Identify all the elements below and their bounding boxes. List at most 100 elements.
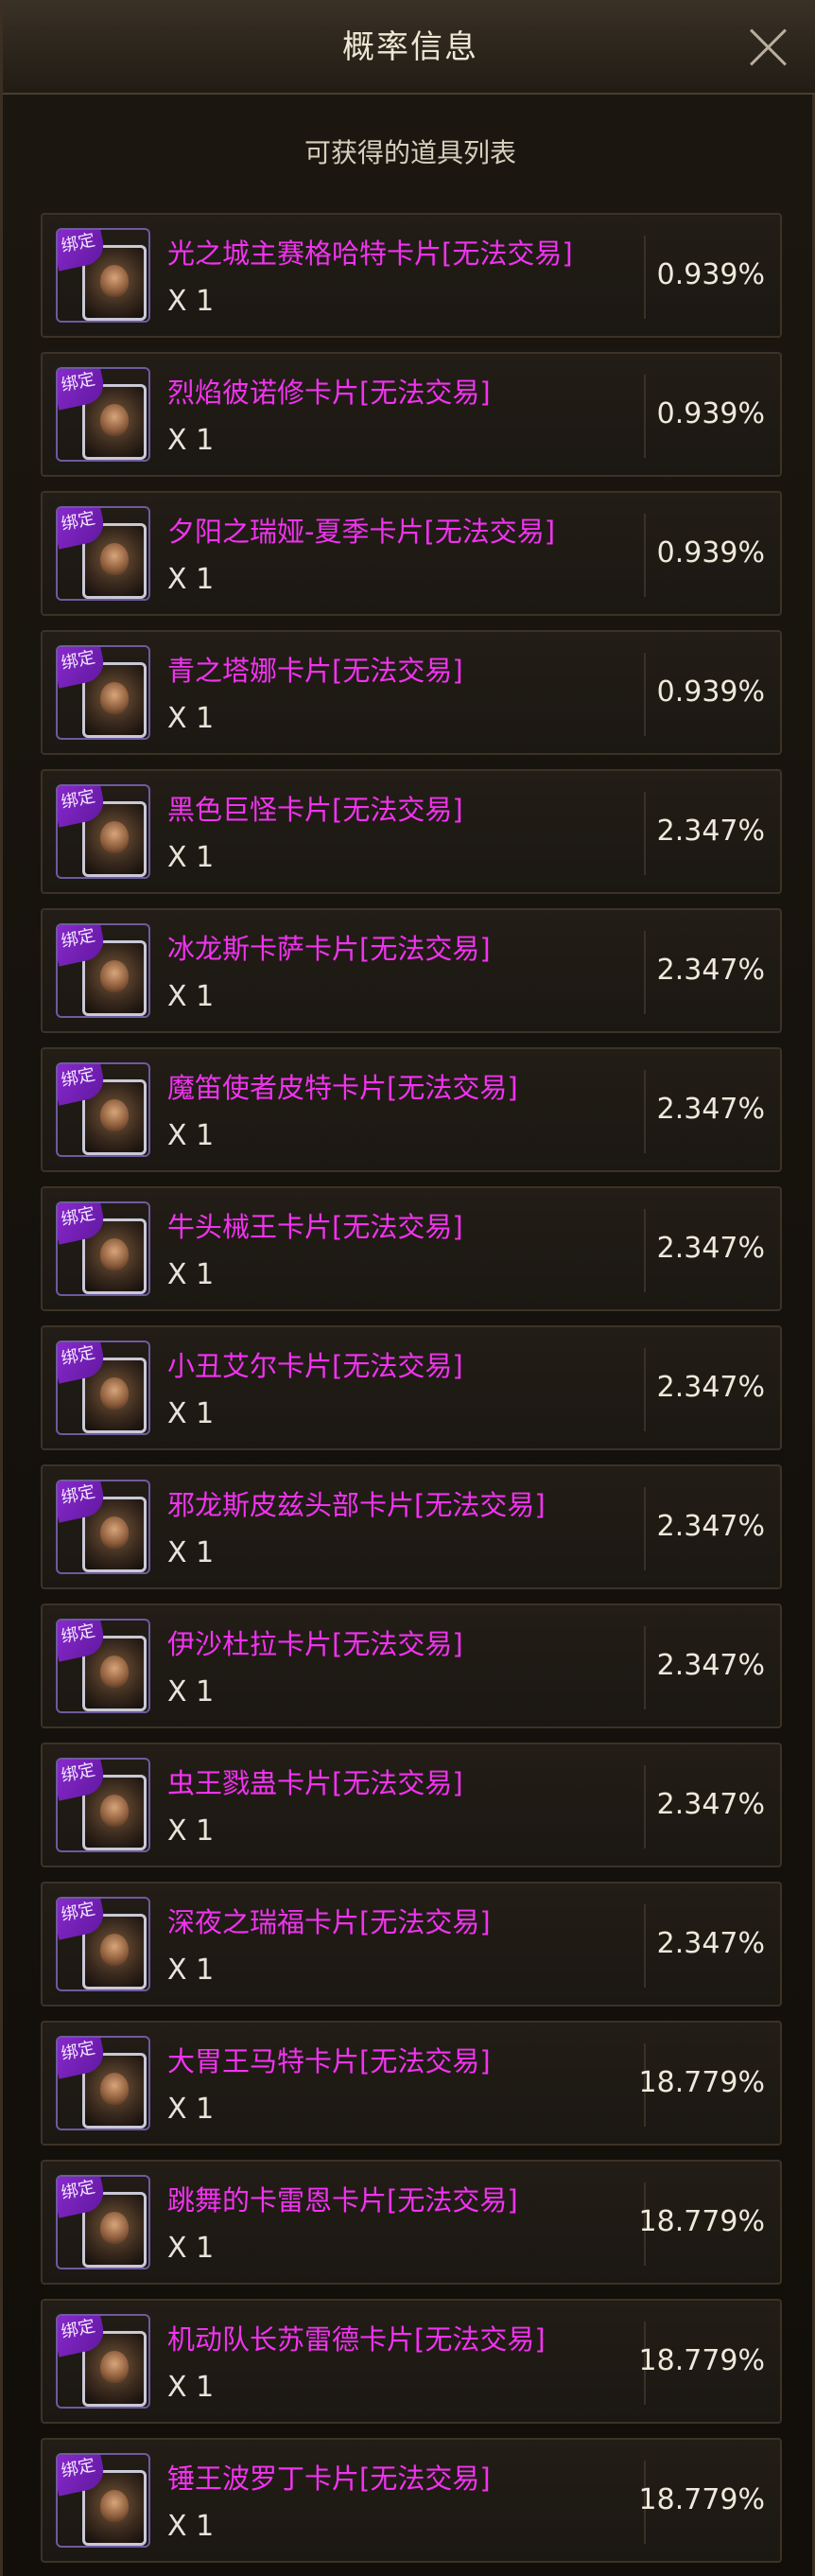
item-quantity: X 1 [167, 1814, 215, 1848]
item-probability: 2.347% [656, 1510, 765, 1543]
item-name: 青之塔娜卡片[无法交易] [167, 655, 463, 687]
card-icon[interactable]: 绑定 [56, 1897, 150, 1991]
item-quantity: X 1 [167, 424, 215, 457]
card-icon[interactable]: 绑定 [56, 1341, 150, 1435]
item-quantity: X 1 [167, 980, 215, 1013]
item-quantity: X 1 [167, 563, 215, 596]
portrait [100, 682, 129, 714]
list-item[interactable]: 绑定 大胃王马特卡片[无法交易] X 1 18.779% [41, 2021, 782, 2146]
item-name: 跳舞的卡雷恩卡片[无法交易] [167, 2184, 518, 2217]
card-icon[interactable]: 绑定 [56, 2036, 150, 2130]
card-icon[interactable]: 绑定 [56, 2314, 150, 2409]
card-icon[interactable]: 绑定 [56, 228, 150, 323]
item-name: 牛头械王卡片[无法交易] [167, 1211, 463, 1243]
divider [644, 1626, 646, 1709]
card-icon[interactable]: 绑定 [56, 1619, 150, 1713]
item-probability: 2.347% [656, 1371, 765, 1404]
list-item[interactable]: 绑定 青之塔娜卡片[无法交易] X 1 0.939% [41, 630, 782, 755]
list-item[interactable]: 绑定 深夜之瑞福卡片[无法交易] X 1 2.347% [41, 1882, 782, 2006]
item-name: 伊沙杜拉卡片[无法交易] [167, 1628, 463, 1660]
item-quantity: X 1 [167, 1258, 215, 1291]
card-icon[interactable]: 绑定 [56, 1201, 150, 1296]
card-icon[interactable]: 绑定 [56, 784, 150, 879]
divider [644, 1209, 646, 1292]
item-quantity: X 1 [167, 702, 215, 735]
divider [644, 236, 646, 319]
card-icon[interactable]: 绑定 [56, 923, 150, 1018]
divider [644, 931, 646, 1014]
card-icon[interactable]: 绑定 [56, 1758, 150, 1852]
section-title: 可获得的道具列表 [303, 137, 516, 168]
item-probability: 18.779% [638, 2483, 765, 2516]
item-quantity: X 1 [167, 2232, 215, 2265]
divider [644, 1904, 646, 1988]
item-name: 光之城主赛格哈特卡片[无法交易] [167, 237, 573, 270]
card-icon[interactable]: 绑定 [56, 1480, 150, 1574]
item-probability: 2.347% [656, 815, 765, 848]
list-item[interactable]: 绑定 小丑艾尔卡片[无法交易] X 1 2.347% [41, 1325, 782, 1450]
card-icon[interactable]: 绑定 [56, 1062, 150, 1157]
item-probability: 18.779% [638, 2066, 765, 2099]
close-icon[interactable] [748, 26, 789, 68]
list-item[interactable]: 绑定 锤王波罗丁卡片[无法交易] X 1 18.779% [41, 2438, 782, 2563]
portrait [100, 821, 129, 853]
card-icon[interactable]: 绑定 [56, 645, 150, 740]
list-item[interactable]: 绑定 夕阳之瑞娅-夏季卡片[无法交易] X 1 0.939% [41, 491, 782, 616]
item-quantity: X 1 [167, 2093, 215, 2126]
list-item[interactable]: 绑定 机动队长苏雷德卡片[无法交易] X 1 18.779% [41, 2299, 782, 2424]
portrait [100, 960, 129, 992]
item-probability: 2.347% [656, 954, 765, 987]
portrait [100, 1377, 129, 1410]
portrait [100, 1516, 129, 1549]
portrait [100, 1656, 129, 1688]
item-name: 邪龙斯皮兹头部卡片[无法交易] [167, 1489, 546, 1521]
list-item[interactable]: 绑定 邪龙斯皮兹头部卡片[无法交易] X 1 2.347% [41, 1464, 782, 1589]
divider [644, 1765, 646, 1849]
portrait [100, 1099, 129, 1131]
list-item[interactable]: 绑定 烈焰彼诺修卡片[无法交易] X 1 0.939% [41, 352, 782, 477]
item-quantity: X 1 [167, 2371, 215, 2404]
window-title: 概率信息 [342, 28, 478, 66]
item-probability: 2.347% [656, 1232, 765, 1265]
list-item[interactable]: 绑定 光之城主赛格哈特卡片[无法交易] X 1 0.939% [41, 213, 782, 338]
list-item[interactable]: 绑定 虫王戮蛊卡片[无法交易] X 1 2.347% [41, 1743, 782, 1867]
item-quantity: X 1 [167, 1119, 215, 1152]
item-name: 小丑艾尔卡片[无法交易] [167, 1350, 463, 1382]
item-probability: 2.347% [656, 1649, 765, 1682]
divider [644, 514, 646, 597]
portrait [100, 1934, 129, 1966]
list-item[interactable]: 绑定 跳舞的卡雷恩卡片[无法交易] X 1 18.779% [41, 2160, 782, 2285]
portrait [100, 1795, 129, 1827]
item-quantity: X 1 [167, 2510, 215, 2543]
portrait [100, 2073, 129, 2105]
list-item[interactable]: 绑定 伊沙杜拉卡片[无法交易] X 1 2.347% [41, 1603, 782, 1728]
item-quantity: X 1 [167, 1397, 215, 1430]
portrait [100, 543, 129, 575]
portrait [100, 2351, 129, 2383]
list-item[interactable]: 绑定 魔笛使者皮特卡片[无法交易] X 1 2.347% [41, 1047, 782, 1172]
item-probability: 2.347% [656, 1927, 765, 1960]
list-item[interactable]: 绑定 牛头械王卡片[无法交易] X 1 2.347% [41, 1186, 782, 1311]
list-item[interactable]: 绑定 黑色巨怪卡片[无法交易] X 1 2.347% [41, 769, 782, 894]
card-icon[interactable]: 绑定 [56, 2175, 150, 2269]
divider [644, 1348, 646, 1431]
item-probability: 18.779% [638, 2205, 765, 2238]
card-icon[interactable]: 绑定 [56, 2453, 150, 2548]
item-name: 深夜之瑞福卡片[无法交易] [167, 1906, 491, 1938]
divider [644, 792, 646, 875]
item-name: 冰龙斯卡萨卡片[无法交易] [167, 933, 491, 965]
item-probability: 2.347% [656, 1093, 765, 1126]
item-quantity: X 1 [167, 841, 215, 874]
item-name: 魔笛使者皮特卡片[无法交易] [167, 1072, 518, 1104]
portrait [100, 265, 129, 297]
portrait [100, 2212, 129, 2244]
divider [644, 653, 646, 736]
item-name: 锤王波罗丁卡片[无法交易] [167, 2462, 491, 2495]
item-quantity: X 1 [167, 1536, 215, 1569]
card-icon[interactable]: 绑定 [56, 367, 150, 462]
item-name: 大胃王马特卡片[无法交易] [167, 2045, 491, 2077]
item-name: 虫王戮蛊卡片[无法交易] [167, 1767, 463, 1799]
item-name: 夕阳之瑞娅-夏季卡片[无法交易] [167, 516, 556, 548]
list-item[interactable]: 绑定 冰龙斯卡萨卡片[无法交易] X 1 2.347% [41, 908, 782, 1033]
card-icon[interactable]: 绑定 [56, 506, 150, 601]
